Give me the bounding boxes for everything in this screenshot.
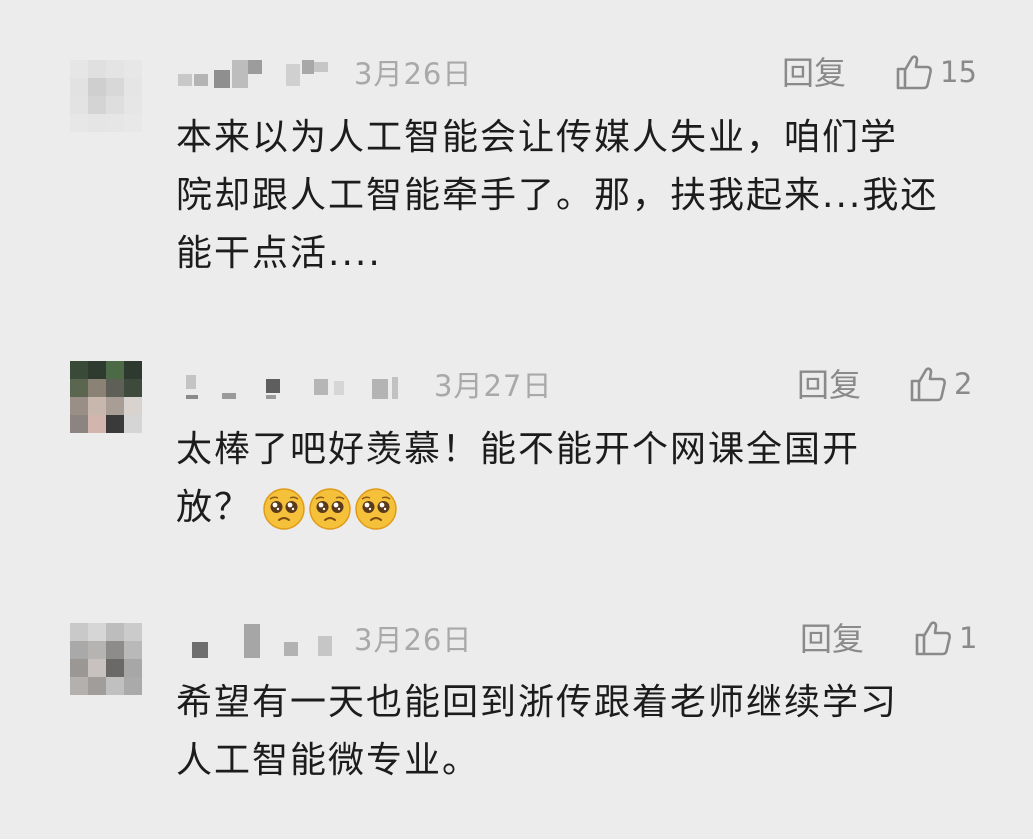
comment-date: 3月26日 [354, 623, 473, 657]
reply-button[interactable]: 回复 [782, 54, 846, 92]
like-button[interactable]: 1 [913, 618, 977, 658]
like-count: 2 [954, 367, 973, 401]
reply-button[interactable]: 回复 [797, 366, 861, 404]
thumbs-up-icon [908, 364, 948, 404]
username-redacted[interactable] [186, 373, 416, 401]
like-count: 1 [959, 621, 978, 655]
like-button[interactable]: 2 [908, 364, 972, 404]
comment-text: 希望有一天也能回到浙传跟着老师继续学习 人工智能微专业。 [176, 682, 899, 781]
avatar[interactable] [70, 623, 142, 695]
pleading-face-emoji [309, 488, 351, 530]
comment-date: 3月27日 [434, 369, 553, 403]
like-button[interactable]: 15 [894, 52, 977, 92]
comment-text: 太棒了吧好羡慕！能不能开个网课全国开 放？ [176, 421, 976, 537]
comment-text: 本来以为人工智能会让传媒人失业，咱们学 院却跟人工智能牵手了。那，扶我起来...… [176, 117, 939, 274]
thumbs-up-icon [894, 52, 934, 92]
pleading-face-emoji [263, 488, 305, 530]
like-count: 15 [940, 55, 977, 89]
username-redacted[interactable] [192, 624, 342, 658]
thumbs-up-icon [913, 618, 953, 658]
pleading-face-emoji [355, 488, 397, 530]
avatar[interactable] [70, 60, 142, 132]
comment-date: 3月26日 [354, 57, 473, 91]
avatar[interactable] [70, 361, 142, 433]
emoji-group [262, 487, 398, 531]
username-redacted[interactable] [178, 60, 338, 88]
reply-button[interactable]: 回复 [800, 620, 864, 658]
